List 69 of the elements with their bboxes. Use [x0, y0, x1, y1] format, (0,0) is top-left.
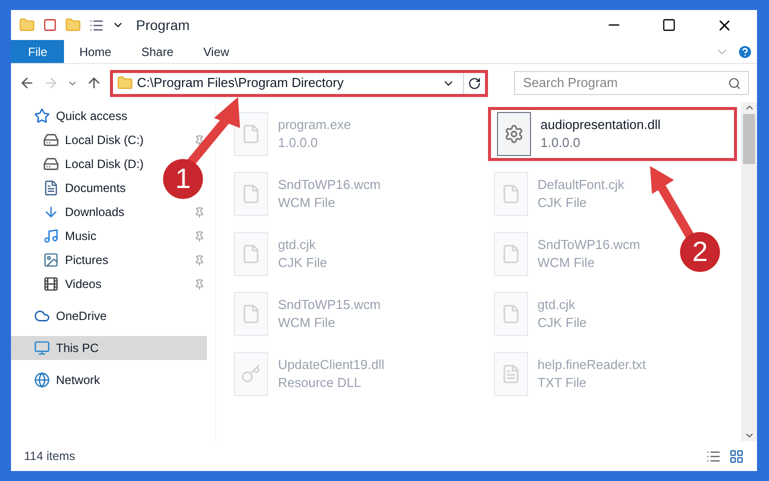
program-file-icon: [234, 112, 268, 156]
globe-icon: [34, 372, 50, 388]
document-icon: [43, 180, 59, 196]
file-detail: Resource DLL: [278, 374, 362, 392]
sidebar-item[interactable]: Documents: [11, 176, 130, 200]
folder-icon: [117, 75, 133, 91]
back-icon[interactable]: [19, 75, 35, 91]
file-icon: [494, 292, 528, 336]
file-detail: CJK File: [538, 314, 587, 332]
file-detail: WCM File: [278, 194, 336, 212]
file-detail: 1.0.0.0: [540, 134, 582, 152]
ribbon-tab[interactable]: Share: [126, 40, 188, 63]
ribbon-tab[interactable]: File: [11, 40, 64, 63]
sidebar-item[interactable]: Videos: [11, 272, 106, 296]
window-title: Program: [136, 16, 190, 35]
file-icon: [494, 232, 528, 276]
file-tile[interactable]: audiopresentation.dll 1.0.0.0: [488, 107, 737, 161]
star-icon: [34, 108, 50, 124]
file-name: gtd.cjk: [278, 236, 317, 254]
file-name: gtd.cjk: [538, 296, 576, 314]
file-name: SndToWP16.wcm: [278, 176, 381, 194]
file-detail: TXT File: [538, 374, 588, 392]
gear-file-icon: [496, 112, 530, 156]
scrollbar[interactable]: [741, 102, 757, 441]
file-detail: WCM File: [538, 254, 596, 272]
sidebar-item[interactable]: Network: [11, 368, 104, 392]
file-name: SndToWP15.wcm: [278, 296, 381, 314]
file-name: SndToWP16.wcm: [538, 236, 640, 254]
file-icon: [234, 172, 268, 216]
sidebar-item[interactable]: OneDrive: [11, 304, 111, 328]
tiles-view-icon[interactable]: [729, 448, 744, 464]
cloud-icon: [34, 308, 50, 324]
file-name: UpdateClient19.dll: [278, 356, 384, 374]
file-detail: CJK File: [278, 254, 328, 272]
refresh-icon[interactable]: [468, 76, 481, 90]
file-detail: WCM File: [278, 314, 336, 332]
file-name: audiopresentation.dll: [540, 116, 660, 134]
key-file-icon: [234, 352, 268, 396]
film-icon: [43, 276, 59, 292]
file-icon: [234, 232, 268, 276]
search-icon[interactable]: [728, 76, 741, 90]
sidebar-item[interactable]: Local Disk (D:): [11, 152, 148, 176]
file-name: DefaultFont.cjk: [538, 176, 624, 194]
file-name: program.exe: [278, 116, 351, 134]
scroll-thumb[interactable]: [743, 114, 755, 164]
file-detail: CJK File: [538, 194, 588, 212]
ribbon-tab[interactable]: View: [188, 40, 244, 63]
file-icon: [494, 172, 528, 216]
text-file-icon: [494, 352, 528, 396]
maximize-icon[interactable]: [662, 18, 676, 32]
up-icon[interactable]: [86, 75, 102, 91]
file-name: help.fineReader.txt: [538, 356, 646, 374]
file-detail: 1.0.0.0: [278, 134, 319, 152]
ribbon-tab[interactable]: Home: [64, 40, 126, 63]
sidebar-item[interactable]: Quick access: [11, 104, 132, 128]
file-icon: [234, 292, 268, 336]
sidebar-item[interactable]: This PC: [11, 336, 207, 360]
item-count: 114 items: [24, 448, 76, 465]
sidebar-item[interactable]: Music: [11, 224, 100, 248]
sidebar-item[interactable]: Local Disk (C:): [11, 128, 148, 152]
search-field[interactable]: Search Program: [514, 70, 749, 95]
monitor-icon: [34, 340, 50, 356]
sidebar-item[interactable]: Downloads: [11, 200, 128, 224]
address-field[interactable]: C:\Program Files\Program Directory: [110, 70, 488, 96]
sidebar-item[interactable]: Pictures: [11, 248, 112, 272]
picture-icon: [43, 252, 59, 268]
details-view-icon[interactable]: [706, 448, 721, 464]
music-note-icon: [43, 228, 59, 244]
help-icon[interactable]: [737, 44, 753, 60]
